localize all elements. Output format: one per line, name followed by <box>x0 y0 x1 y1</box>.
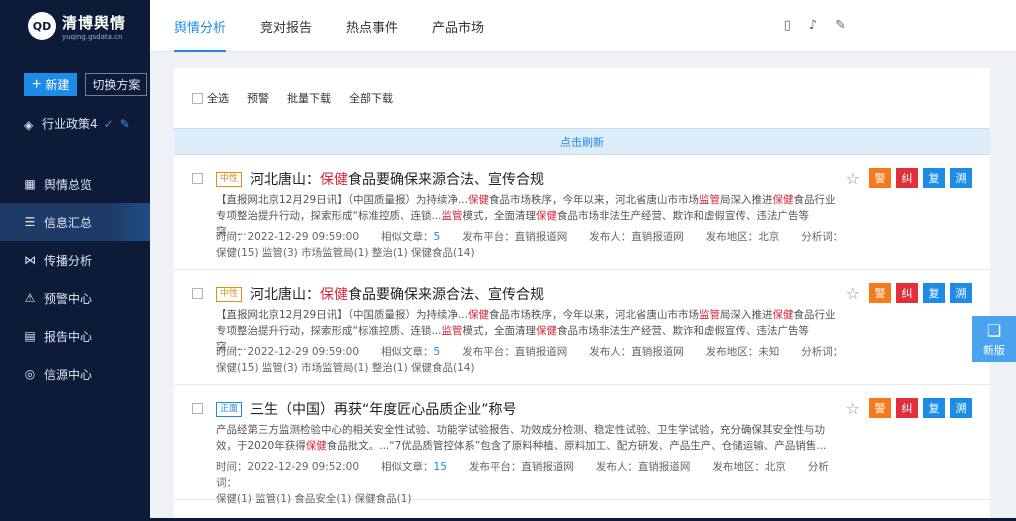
sidebar-item-spread[interactable]: ⋈ 传播分析 <box>0 241 150 279</box>
list-item: 中性 河北唐山： 保健 食品要确保来源合法、宣传合规 【直报网北京12月29日讯】（… <box>174 270 990 385</box>
tab-product-market[interactable]: 产品市场 <box>432 0 484 52</box>
select-all[interactable]: 全选 <box>192 90 229 106</box>
sidebar-item-overview[interactable]: ▦ 舆情总览 <box>0 165 150 203</box>
trace-action-button[interactable]: 溯 <box>950 168 972 188</box>
grid-icon: ▦ <box>24 177 36 191</box>
item-summary: 产品经第三方监测检验中心的相关安全性试验、功能学试验报告、功效成分检测、稳定性试… <box>216 424 827 452</box>
item-meta: 时间：2022-12-29 09:59:00 相似文章：5 发布平台：直销报道网 发布… <box>216 231 844 259</box>
switch-plan-button[interactable]: 切换方案 <box>85 73 148 96</box>
item-title[interactable]: 正面 三生（中国）再获“年度匠心品质企业”称号 <box>216 399 517 419</box>
sidebar-item-source[interactable]: ◎ 信源中心 <box>0 355 150 393</box>
plus-icon: + <box>32 75 42 93</box>
sidebar: QD 清博舆情 yuqing.gsdata.cn + 新建 切换方案 ◈ 行业政策… <box>0 0 150 521</box>
trace-action-button[interactable]: 溯 <box>950 283 972 303</box>
new-version-button[interactable]: ❏ 新版 <box>972 316 1016 362</box>
chat-icon: ❏ <box>986 320 1002 340</box>
warn-action-button[interactable]: 警 <box>869 168 891 188</box>
item-checkbox[interactable] <box>192 173 203 184</box>
sentiment-tag: 中性 <box>216 286 243 302</box>
sidebar-item-report[interactable]: ▤ 报告中心 <box>0 317 150 355</box>
item-meta: 时间：2022-12-29 09:59:00 相似文章：5 发布平台：直销报道网 发布… <box>216 346 844 374</box>
top-bar: 舆情分析 竞对报告 热点事件 产品市场 ▯ ♪ ✎ <box>150 0 1016 52</box>
sidebar-nav: ▦ 舆情总览 ☰ 信息汇总 ⋈ 传播分析 ⚠ 预警中心 ▤ 报告中心 ◎ 信源中… <box>0 165 150 393</box>
sentiment-tag: 正面 <box>216 401 243 417</box>
item-title[interactable]: 中性 河北唐山： 保健 食品要确保来源合法、宣传合规 <box>216 169 544 189</box>
brand-subtitle: yuqing.gsdata.cn <box>62 32 123 41</box>
layers-icon: ◈ <box>24 117 34 132</box>
list-icon: ☰ <box>24 215 36 229</box>
review-action-button[interactable]: 复 <box>923 168 945 188</box>
star-icon[interactable]: ☆ <box>846 399 860 418</box>
review-action-button[interactable]: 复 <box>923 283 945 303</box>
source-icon: ◎ <box>24 367 36 381</box>
correct-action-button[interactable]: 纠 <box>896 398 918 418</box>
tab-sentiment-analysis[interactable]: 舆情分析 <box>174 0 227 52</box>
phone-icon[interactable]: ▯ <box>784 18 791 33</box>
correct-action-button[interactable]: 纠 <box>896 283 918 303</box>
list-item: 中性 河北唐山： 保健 食品要确保来源合法、宣传合规 【直报网北京12月29日讯】（… <box>174 155 990 270</box>
star-icon[interactable]: ☆ <box>846 284 860 303</box>
similar-count[interactable]: 5 <box>434 231 441 243</box>
brand-title: 清博舆情 <box>62 13 127 32</box>
tab-hot-events[interactable]: 热点事件 <box>346 0 398 52</box>
sentiment-tag: 中性 <box>216 171 243 187</box>
warn-action-button[interactable]: 警 <box>869 398 891 418</box>
item-checkbox[interactable] <box>192 288 203 299</box>
check-circle-icon[interactable]: ✓ <box>104 117 114 131</box>
batch-download-button[interactable]: 批量下载 <box>287 90 331 106</box>
correct-action-button[interactable]: 纠 <box>896 168 918 188</box>
new-button[interactable]: + 新建 <box>24 73 78 96</box>
item-checkbox[interactable] <box>192 403 203 414</box>
select-all-checkbox[interactable] <box>192 92 203 104</box>
edit-icon[interactable]: ✎ <box>120 117 130 131</box>
similar-count[interactable]: 15 <box>434 461 447 473</box>
review-action-button[interactable]: 复 <box>923 398 945 418</box>
main-panel: 全选 预警 批量下载 全部下载 点击刷新 中性 河北唐山： 保健 食品要确保来源合法… <box>174 68 990 521</box>
warn-button[interactable]: 预警 <box>247 90 269 106</box>
list-item: 正面 三生（中国）再获“年度匠心品质企业”称号 产品经第三方监测检验中心的相关安… <box>174 385 990 505</box>
share-icon: ⋈ <box>24 253 36 267</box>
alarm-icon: ⚠ <box>24 291 36 305</box>
plan-name: 行业政策4 <box>42 117 98 131</box>
item-title[interactable]: 中性 河北唐山： 保健 食品要确保来源合法、宣传合规 <box>216 284 544 304</box>
sidebar-item-alert[interactable]: ⚠ 预警中心 <box>0 279 150 317</box>
similar-count[interactable]: 5 <box>434 346 441 358</box>
plan-selector[interactable]: ◈ 行业政策4 ✓ ✎ <box>24 115 130 132</box>
sidebar-item-summary[interactable]: ☰ 信息汇总 <box>0 203 150 241</box>
bell-icon[interactable]: ♪ <box>809 18 817 33</box>
edit-icon[interactable]: ✎ <box>835 18 846 33</box>
tab-competitor-report[interactable]: 竞对报告 <box>260 0 312 52</box>
logo-icon: QD <box>28 12 56 40</box>
report-icon: ▤ <box>24 329 36 343</box>
star-icon[interactable]: ☆ <box>846 169 860 188</box>
item-meta: 时间：2022-12-29 09:52:00 相似文章：15 发布平台：直销报道网发… <box>216 461 829 505</box>
refresh-bar[interactable]: 点击刷新 <box>174 128 990 155</box>
logo[interactable]: QD 清博舆情 yuqing.gsdata.cn <box>0 0 150 52</box>
list-toolbar: 全选 预警 批量下载 全部下载 <box>174 68 990 128</box>
warn-action-button[interactable]: 警 <box>869 283 891 303</box>
trace-action-button[interactable]: 溯 <box>950 398 972 418</box>
download-all-button[interactable]: 全部下载 <box>349 90 393 106</box>
